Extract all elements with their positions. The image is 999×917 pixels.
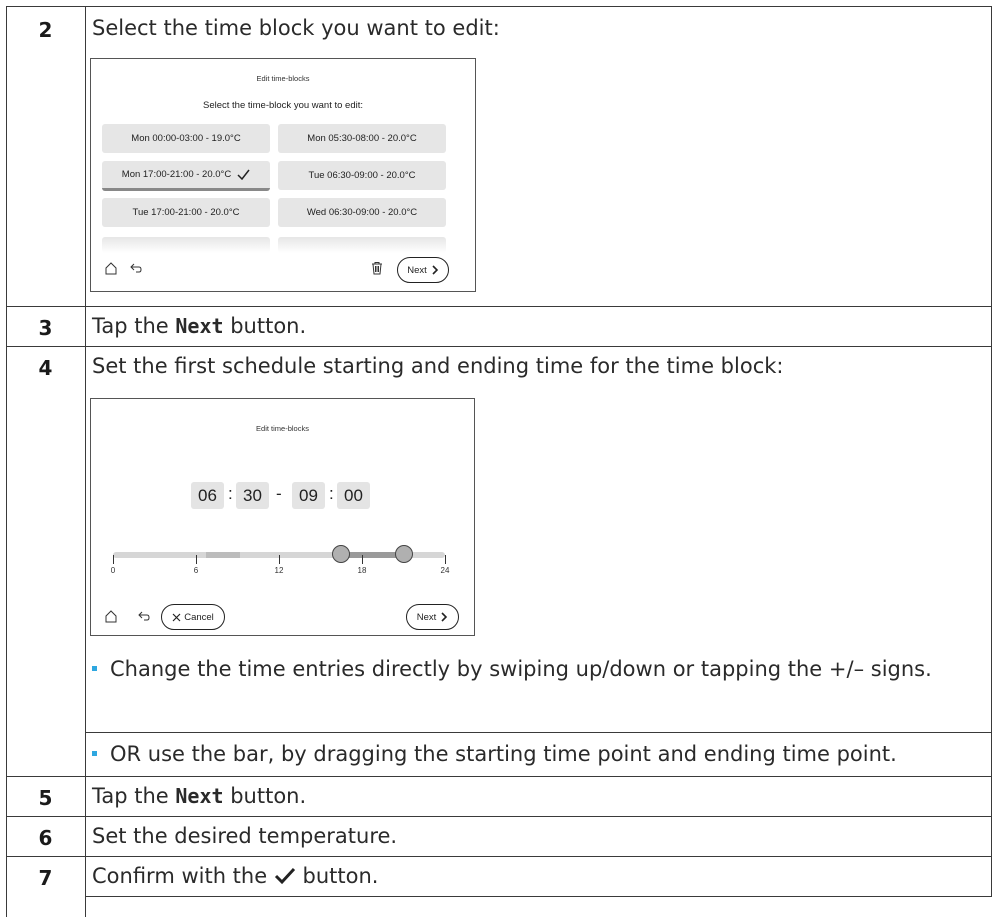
next-code-label: Next (175, 314, 224, 338)
axis-tick-label: 6 (193, 566, 199, 575)
step-number: 7 (38, 866, 53, 890)
step-number: 5 (38, 786, 53, 810)
time-block-tile[interactable]: Mon 00:00-03:00 - 19.0°C (102, 124, 270, 153)
chevron-right-icon (441, 612, 448, 622)
time-block-tile[interactable]: Mon 05:30-08:00 - 20.0°C (278, 124, 446, 153)
axis-tick (445, 555, 446, 564)
axis-tick (113, 555, 114, 564)
table-left-border (6, 6, 7, 917)
check-icon (237, 169, 250, 180)
time-block-tile[interactable]: Wed 06:30-09:00 - 20.0°C (278, 198, 446, 227)
bullet-marker (92, 751, 97, 756)
home-icon[interactable] (104, 261, 118, 275)
row-divider (6, 346, 992, 347)
axis-tick-label: 24 (440, 566, 450, 575)
time-block-tile[interactable]: Tue 17:00-21:00 - 20.0°C (102, 198, 270, 227)
step-number: 3 (38, 316, 53, 340)
step-text: Confirm with the button. (92, 864, 379, 888)
axis-tick-label: 18 (357, 566, 367, 575)
bullet-item: Change the time entries directly by swip… (92, 655, 987, 683)
step-number: 6 (38, 826, 53, 850)
axis-tick (279, 555, 280, 564)
slider-end-handle[interactable] (394, 545, 413, 563)
bullet-marker (92, 666, 97, 671)
axis-tick (196, 555, 197, 564)
slider-existing-block (206, 552, 240, 558)
time-block-tile[interactable]: Tue 06:30-09:00 - 20.0°C (278, 161, 446, 190)
row-divider (6, 306, 992, 307)
next-code-label: Next (175, 784, 224, 808)
axis-tick-label: 12 (274, 566, 284, 575)
step-number: 2 (38, 18, 53, 42)
table-right-border (991, 6, 992, 896)
time-block-tile-partial[interactable] (278, 237, 446, 253)
next-button[interactable]: Next (397, 257, 449, 283)
next-button[interactable]: Next (406, 604, 459, 630)
slider-start-handle[interactable] (332, 545, 351, 563)
row-divider (6, 856, 992, 857)
row-divider (6, 6, 992, 7)
column-divider (85, 6, 86, 917)
axis-tick (362, 555, 363, 564)
axis-tick-label: 0 (110, 566, 116, 575)
time-range-slider[interactable]: 0 6 12 18 24 (91, 399, 474, 635)
home-icon[interactable] (104, 609, 118, 623)
step-text: Set the desired temperature. (92, 824, 398, 848)
bullet-divider (85, 732, 992, 733)
close-icon (172, 613, 181, 621)
trash-icon[interactable] (370, 261, 384, 275)
row-divider (6, 776, 992, 777)
step-text: Select the time block you want to edit: (92, 16, 500, 40)
row-divider (6, 816, 992, 817)
time-block-tile-partial[interactable] (102, 237, 270, 253)
bullet-item: OR use the bar, by dragging the starting… (92, 740, 987, 768)
edit-time-range-screen: Edit time-blocks 06 : 30 - 09 : 00 0 6 12 1… (90, 398, 475, 636)
edit-time-blocks-list-screen: Edit time-blocks Select the time-block y… (90, 58, 476, 292)
back-icon[interactable] (137, 609, 151, 623)
screen-title: Edit time-blocks (256, 74, 310, 83)
cancel-button[interactable]: Cancel (161, 604, 225, 630)
check-icon (274, 867, 295, 885)
back-icon[interactable] (129, 261, 143, 275)
chevron-right-icon (432, 265, 438, 275)
time-block-tile-selected[interactable]: Mon 17:00-21:00 - 20.0°C (102, 161, 270, 191)
screen-subtitle: Select the time-block you want to edit: (203, 100, 363, 111)
row-divider (85, 896, 992, 897)
step-number: 4 (38, 356, 53, 380)
step-text: Set the first schedule starting and endi… (92, 354, 784, 378)
step-text: Tap the Next button. (92, 314, 307, 338)
step-text: Tap the Next button. (92, 784, 307, 808)
